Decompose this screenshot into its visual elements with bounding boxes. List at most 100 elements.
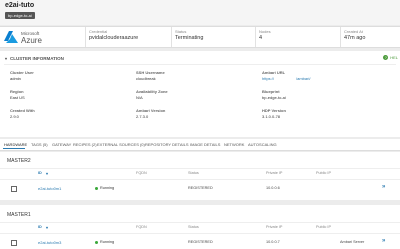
cluster-information-header[interactable]: ▾ CLUSTER INFORMATION xyxy=(5,56,64,61)
tab-recipes[interactable]: RECIPES (2) xyxy=(73,142,97,147)
detail-tabs: HARDWARE TAGS (5) GATEWAY RECIPES (2) EX… xyxy=(0,139,400,151)
cluster-information-panel: ▾ CLUSTER INFORMATION ? HEL Cluster User a… xyxy=(0,51,400,137)
hdp-version-label: HDP Version xyxy=(262,108,286,113)
table-row: e2ai-tuto0m1 Running REGISTERED 10.0.0.6… xyxy=(0,183,400,195)
cluster-user-label: Cluster User xyxy=(10,70,34,75)
cluster-information-title: CLUSTER INFORMATION xyxy=(10,56,64,61)
instance-id-link[interactable]: e2ai-tuto0m1 xyxy=(38,186,61,191)
running-status-icon xyxy=(95,186,98,190)
hdp-version-field: HDP Version 3.1.0.0-78 xyxy=(262,108,286,119)
tab-image-details[interactable]: IMAGE DETAILS xyxy=(190,142,220,147)
ambari-version-value: 2.7.3.0 xyxy=(136,114,149,119)
divider xyxy=(4,64,396,65)
column-fqdn: FQDN xyxy=(136,225,147,229)
host-group-name: MASTER1 xyxy=(7,212,31,218)
instance-private-ip: 10.0.0.6 xyxy=(266,186,280,190)
instance-state: Running xyxy=(95,240,114,244)
divider xyxy=(171,27,172,47)
ambari-url-path[interactable]: /ambari/ xyxy=(296,76,310,81)
table-header: ID ▾ FQDN Status Private IP Public IP xyxy=(0,168,400,180)
brand-azure: Azure xyxy=(21,36,42,45)
double-chevron-right-icon[interactable]: » xyxy=(382,238,385,244)
created-with-field: Created With 2.9.0 xyxy=(10,108,35,119)
row-checkbox[interactable] xyxy=(11,186,17,192)
ssh-username-value: cloudbreak xyxy=(136,76,156,81)
help-icon: ? xyxy=(383,55,389,60)
nodes-value: 4 xyxy=(259,35,263,41)
created-with-value: 2.9.0 xyxy=(10,114,19,119)
tab-hardware[interactable]: HARDWARE xyxy=(4,142,27,147)
instance-state-label: Running xyxy=(100,240,115,244)
credential-cell: Credential pvidalclouderaazure xyxy=(89,29,138,41)
divider xyxy=(340,27,341,47)
region-value: East US xyxy=(10,95,25,100)
ambari-version-label: Ambari Version xyxy=(136,108,166,113)
credential-value: pvidalclouderaazure xyxy=(89,35,139,41)
nodes-label: Nodes xyxy=(259,29,271,34)
column-public-ip: Public IP xyxy=(316,225,331,229)
cluster-user-value: admin xyxy=(10,76,21,81)
tab-external-sources[interactable]: EXTERNAL SOURCES (0) xyxy=(97,142,145,147)
cloud-provider-brand: Microsoft Azure xyxy=(4,30,44,45)
availability-zone-value: N/A xyxy=(136,95,143,100)
status-cell: Status Terminating xyxy=(175,29,203,41)
host-group-master1: MASTER1 ID ▾ FQDN Status Private IP Publ… xyxy=(0,205,400,249)
created-with-label: Created With xyxy=(10,108,35,113)
column-id[interactable]: ID xyxy=(38,225,42,229)
help-link[interactable]: ? HEL xyxy=(383,55,398,60)
created-cell: Created At 47m ago xyxy=(344,29,365,41)
cluster-summary: Microsoft Azure Credential pvidalclouder… xyxy=(0,26,400,48)
instance-id-link[interactable]: e2ai-tuto0m3 xyxy=(38,240,61,245)
availability-zone-label: Availability Zone xyxy=(136,89,168,94)
sort-icon[interactable]: ▾ xyxy=(46,225,48,230)
hdp-version-value: 3.1.0.0-78 xyxy=(262,114,281,119)
ssh-username-field: SSH Username cloudbreak xyxy=(136,70,165,81)
tab-network[interactable]: NETWORK xyxy=(224,142,244,147)
created-label: Created At xyxy=(344,29,363,34)
divider xyxy=(85,27,86,47)
ssh-username-label: SSH Username xyxy=(136,70,165,75)
blueprint-field: Blueprint bp-edge-to-ai xyxy=(262,89,286,100)
nodes-cell: Nodes 4 xyxy=(259,29,271,41)
active-tab-indicator xyxy=(3,148,25,149)
table-row: e2ai-tuto0m3 Running REGISTERED 10.0.0.7… xyxy=(0,237,400,249)
ambari-server-label: Ambari Server xyxy=(340,240,365,244)
region-label: Region xyxy=(10,89,24,94)
host-group-master2: MASTER2 ID ▾ FQDN Status Private IP Publ… xyxy=(0,152,400,200)
instance-state: Running xyxy=(95,186,114,190)
divider xyxy=(255,27,256,47)
ambari-version-field: Ambari Version 2.7.3.0 xyxy=(136,108,165,119)
sort-icon[interactable]: ▾ xyxy=(46,171,48,176)
credential-label: Credential xyxy=(89,29,108,34)
double-chevron-right-icon[interactable]: » xyxy=(382,184,385,190)
blueprint-label: Blueprint xyxy=(262,89,280,94)
instance-state-label: Running xyxy=(100,186,115,190)
table-header: ID ▾ FQDN Status Private IP Public IP xyxy=(0,222,400,234)
cluster-user-field: Cluster User admin xyxy=(10,70,34,81)
tab-autoscaling[interactable]: AUTOSCALING xyxy=(248,142,277,147)
blueprint-tag: bp-edge-to-ai xyxy=(5,12,35,19)
tab-gateway[interactable]: GATEWAY xyxy=(52,142,71,147)
azure-logo-icon xyxy=(4,31,18,43)
column-public-ip: Public IP xyxy=(316,171,331,175)
tab-repository-details[interactable]: REPOSITORY DETAILS xyxy=(145,142,189,147)
page-title: e2ai-tuto xyxy=(5,2,35,9)
column-id[interactable]: ID xyxy=(38,171,42,175)
host-group-name: MASTER2 xyxy=(7,158,31,164)
top-bar: e2ai-tuto bp-edge-to-ai xyxy=(0,0,400,25)
instance-status: REGISTERED xyxy=(188,240,213,244)
ambari-url-link[interactable]: https:// xyxy=(262,76,274,81)
tab-tags[interactable]: TAGS (5) xyxy=(31,142,48,147)
column-private-ip: Private IP xyxy=(266,225,283,229)
ambari-url-field: Ambari URL https:// /ambari/ xyxy=(262,70,310,81)
ambari-url-label: Ambari URL xyxy=(262,70,286,75)
column-fqdn: FQDN xyxy=(136,171,147,175)
availability-zone-field: Availability Zone N/A xyxy=(136,89,168,100)
row-checkbox[interactable] xyxy=(11,240,17,246)
region-field: Region East US xyxy=(10,89,25,100)
created-value: 47m ago xyxy=(344,35,366,41)
column-status: Status xyxy=(188,225,199,229)
help-label: HEL xyxy=(390,55,398,60)
status-label: Status xyxy=(175,29,187,34)
status-value: Terminating xyxy=(175,35,204,41)
